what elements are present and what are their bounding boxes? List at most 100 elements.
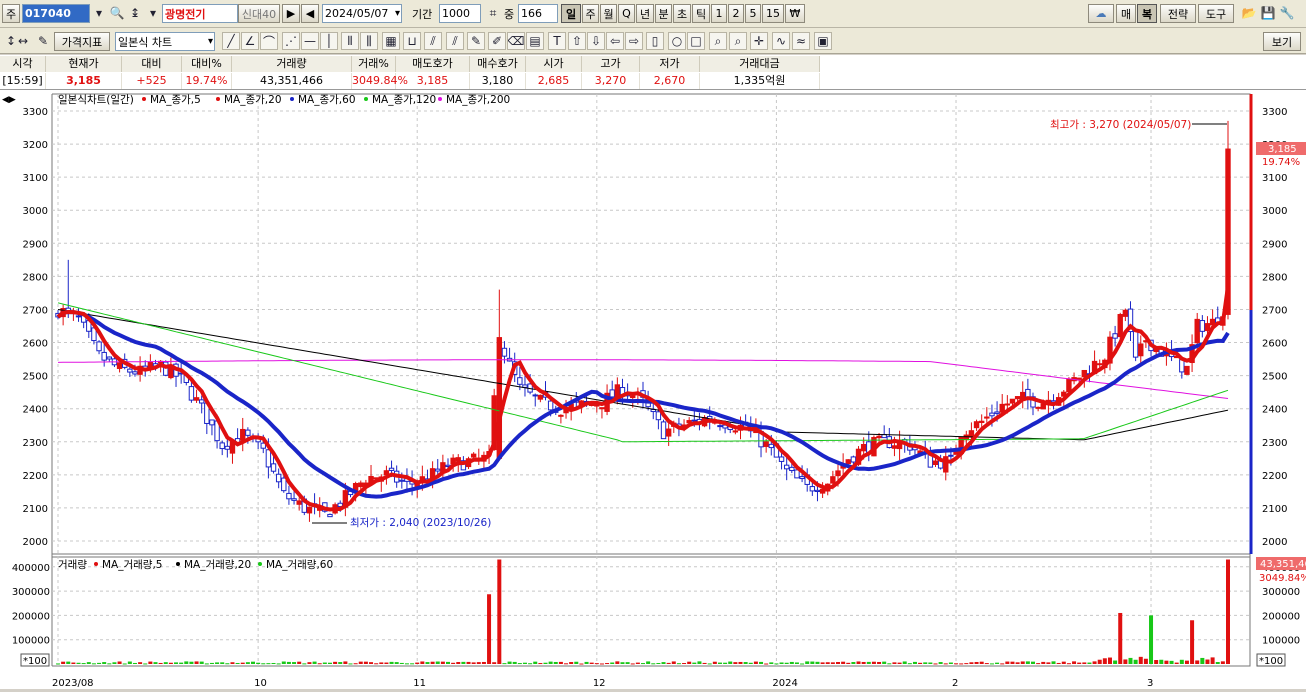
count-input[interactable]: 166 bbox=[518, 4, 558, 23]
period-input[interactable]: 1000 bbox=[439, 4, 481, 23]
dropdown-arrow-icon[interactable]: ▾ bbox=[90, 4, 108, 22]
period-button[interactable]: 년 bbox=[636, 4, 654, 23]
main-toolbar: 주 017040 ▾ 🔍 ↨ ▾ 광명전기 신대40 ▶ ◀ 2024/05/0… bbox=[0, 0, 1306, 28]
period-button[interactable]: 1 bbox=[711, 4, 727, 23]
sort-icon[interactable]: ↨ bbox=[126, 4, 144, 22]
date-picker[interactable]: 2024/05/07 bbox=[322, 4, 402, 23]
candle-body bbox=[127, 368, 133, 373]
time-axis-label: 12 bbox=[593, 678, 606, 689]
color-tool-icon[interactable]: ✐ bbox=[488, 32, 506, 50]
period-button[interactable]: 15 bbox=[762, 4, 784, 23]
bar-tool-icon[interactable]: ⊔ bbox=[403, 32, 421, 50]
volume-bar bbox=[404, 663, 409, 665]
volume-bar bbox=[928, 662, 933, 664]
period-button[interactable]: 주 bbox=[582, 4, 599, 23]
magnify-icon[interactable]: ⌕ bbox=[709, 32, 727, 50]
quote-header: 시가 bbox=[526, 56, 582, 72]
save-icon[interactable]: 💾 bbox=[1259, 4, 1277, 22]
parallel-tool-icon[interactable]: ⫽ bbox=[446, 32, 464, 50]
prev-stock-button[interactable]: ◀ bbox=[301, 4, 319, 23]
volume-bar bbox=[369, 662, 374, 664]
search-icon[interactable]: 🔍 bbox=[108, 4, 126, 22]
text-tool-icon[interactable]: T bbox=[548, 32, 566, 50]
crosshair-icon[interactable]: ✛ bbox=[750, 32, 768, 50]
candle-body bbox=[717, 425, 723, 428]
period-button[interactable]: Q bbox=[618, 4, 635, 23]
down-arrow-icon[interactable]: ⇩ bbox=[587, 32, 605, 50]
eraser-tool-icon[interactable]: ⌫ bbox=[507, 32, 525, 50]
channel-tool-icon[interactable]: ⫽ bbox=[424, 32, 442, 50]
chart-type-select[interactable]: 일본식 차트 bbox=[115, 32, 215, 51]
circle-tool-icon[interactable]: ○ bbox=[668, 32, 686, 50]
period-button[interactable]: ₩ bbox=[785, 4, 805, 23]
fan-tool-icon[interactable]: ⋰ bbox=[282, 32, 300, 50]
tool-menu-button[interactable]: 도구 bbox=[1198, 4, 1234, 23]
tool-menu-button[interactable]: 복 bbox=[1137, 4, 1157, 23]
hline-tool-icon[interactable]: — bbox=[301, 32, 319, 50]
volume-bar bbox=[512, 661, 517, 664]
pencil-tool-icon[interactable]: ✎ bbox=[467, 32, 485, 50]
candle-body bbox=[1204, 323, 1211, 332]
vline-tool-icon[interactable]: │ bbox=[320, 32, 338, 50]
arc-tool-icon[interactable]: ⌒ bbox=[260, 32, 278, 50]
period-button[interactable]: 틱 bbox=[692, 4, 710, 23]
volume-bar bbox=[1190, 620, 1195, 664]
period-button[interactable]: 초 bbox=[673, 4, 691, 23]
price-tick-label-right: 2700 bbox=[1262, 305, 1287, 316]
rect-tool-icon[interactable]: □ bbox=[687, 32, 705, 50]
tool-menu-button[interactable]: 전략 bbox=[1160, 4, 1196, 23]
price-tick-label-right: 3000 bbox=[1262, 206, 1287, 217]
folder-icon[interactable]: 📂 bbox=[1240, 4, 1258, 22]
legend-volume-label: MA_거래량,5 bbox=[102, 559, 163, 571]
line-tool-icon[interactable]: ╱ bbox=[222, 32, 240, 50]
select-icon[interactable]: ▣ bbox=[814, 32, 832, 50]
cloud-button[interactable]: ☁ bbox=[1088, 4, 1114, 23]
up-arrow-icon[interactable]: ⇧ bbox=[568, 32, 586, 50]
volume-bar bbox=[599, 663, 604, 665]
cycle-tool-icon[interactable]: ⫼ bbox=[360, 32, 378, 50]
price-index-button[interactable]: 가격지표 bbox=[54, 32, 110, 51]
doc-icon[interactable]: ▯ bbox=[646, 32, 664, 50]
volume-bar bbox=[892, 662, 897, 664]
candle-body bbox=[435, 468, 441, 472]
period-button[interactable]: 분 bbox=[655, 4, 672, 23]
volume-bar bbox=[158, 662, 163, 664]
wave-icon[interactable]: ∿ bbox=[772, 32, 790, 50]
volume-bar bbox=[322, 662, 327, 664]
wrench-icon[interactable]: 🔧 bbox=[1278, 4, 1296, 22]
candle-body bbox=[470, 453, 477, 458]
dropdown-arrow-icon[interactable]: ▾ bbox=[144, 4, 162, 22]
magnify-icon[interactable]: ⌕ bbox=[729, 32, 747, 50]
left-arrow-icon[interactable]: ⇦ bbox=[606, 32, 624, 50]
tool-menu-button[interactable]: 매 bbox=[1116, 4, 1136, 23]
grid-tool-icon[interactable]: ▦ bbox=[382, 32, 400, 50]
volume-bar bbox=[748, 662, 753, 664]
volume-bar bbox=[1138, 656, 1143, 664]
volume-bar bbox=[610, 662, 615, 664]
right-arrow-icon[interactable]: ⇨ bbox=[625, 32, 643, 50]
zoom-icon[interactable]: ⌗ bbox=[484, 4, 502, 22]
period-button[interactable]: 월 bbox=[600, 4, 617, 23]
quote-value: 3,270 bbox=[582, 73, 640, 89]
fibo-tool-icon[interactable]: ⦀ bbox=[341, 32, 359, 50]
volume-bar bbox=[297, 661, 302, 664]
arrow-leftright-icon[interactable]: ↔ bbox=[14, 32, 32, 50]
candle-body bbox=[1066, 378, 1072, 393]
volume-tick-label: 200000 bbox=[12, 611, 50, 622]
price-tick-label: 3000 bbox=[23, 206, 48, 217]
edit-icon[interactable]: ✎ bbox=[34, 32, 52, 50]
volume-bar bbox=[738, 661, 743, 664]
note-tool-icon[interactable]: ▤ bbox=[526, 32, 544, 50]
volume-bar bbox=[1215, 662, 1220, 664]
view-button[interactable]: 보기 bbox=[1263, 32, 1301, 51]
period-button[interactable]: 5 bbox=[745, 4, 761, 23]
stock-code-input[interactable]: 017040 bbox=[22, 4, 90, 23]
period-button[interactable]: 2 bbox=[728, 4, 744, 23]
volume-bar bbox=[820, 662, 825, 664]
angle-tool-icon[interactable]: ∠ bbox=[241, 32, 259, 50]
market-tab[interactable]: 주 bbox=[2, 4, 20, 23]
next-stock-button[interactable]: ▶ bbox=[282, 4, 300, 23]
volume-bar bbox=[1005, 661, 1010, 664]
period-button[interactable]: 일 bbox=[561, 4, 581, 23]
wave-icon[interactable]: ≈ bbox=[792, 32, 810, 50]
